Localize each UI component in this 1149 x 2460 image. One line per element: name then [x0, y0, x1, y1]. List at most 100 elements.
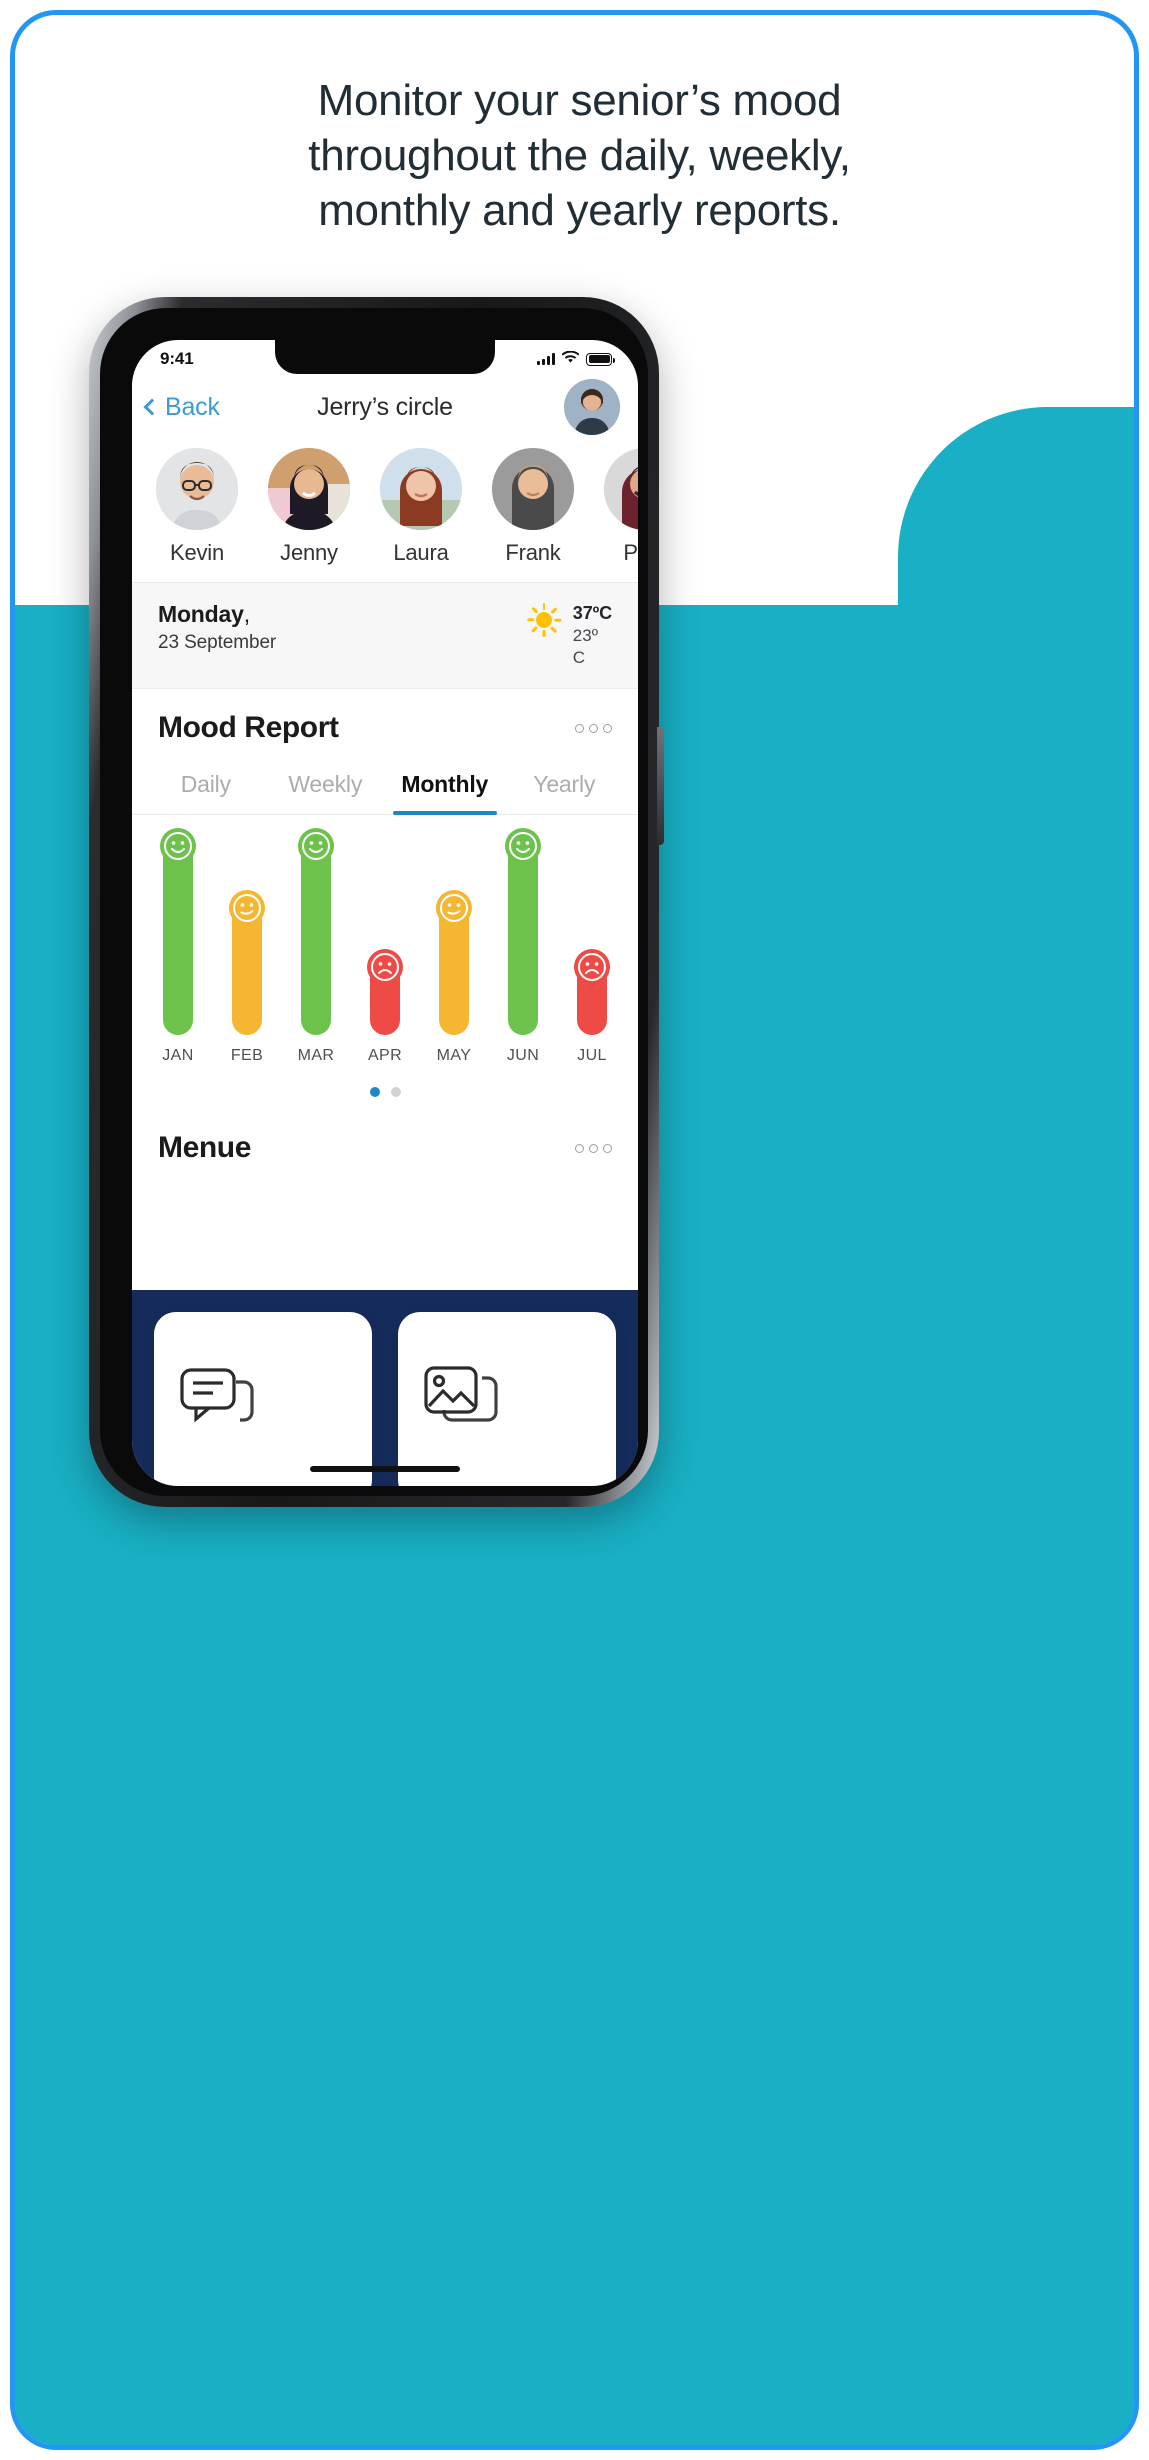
teal-accent-blob-right — [898, 407, 1134, 847]
wifi-icon — [561, 349, 580, 369]
chart-bar[interactable] — [229, 890, 265, 1035]
chart-bar-column[interactable]: JAN — [148, 828, 208, 1065]
home-indicator[interactable] — [310, 1466, 460, 1472]
day-comma: , — [243, 601, 250, 627]
chart-x-label: JAN — [162, 1047, 194, 1064]
chart-pagination[interactable] — [132, 1065, 638, 1097]
contact-avatar — [492, 448, 574, 530]
page-dot-active[interactable] — [369, 1087, 380, 1097]
chart-bar-column[interactable]: FEB — [217, 890, 277, 1065]
chat-message-icon — [180, 1366, 254, 1426]
app-screen: 9:41 Back Jerry’s circle Kevin Jenny Lau… — [132, 340, 638, 1486]
contact-name: Laura — [393, 540, 449, 565]
menue-title: Menue — [158, 1131, 252, 1164]
status-icons — [537, 349, 615, 369]
more-options-icon[interactable] — [575, 1143, 612, 1153]
chart-bar[interactable] — [367, 949, 403, 1035]
contact-avatar — [268, 448, 350, 530]
back-button[interactable]: Back — [143, 392, 220, 422]
contact-name: Frank — [505, 540, 561, 565]
contact-name: Paul — [623, 540, 638, 565]
weather-block: 37ºC 23º C — [527, 601, 612, 668]
contact-item[interactable]: Laura — [380, 448, 462, 566]
battery-full-icon — [586, 352, 615, 366]
status-time: 9:41 — [160, 349, 194, 368]
temp-low: 23º — [572, 626, 598, 645]
chat-card[interactable] — [154, 1312, 372, 1486]
smile-face-icon — [160, 828, 196, 864]
chart-bar[interactable] — [436, 890, 472, 1035]
contact-item[interactable]: Paul — [604, 448, 638, 566]
power-button[interactable] — [657, 727, 664, 845]
chart-x-label: JUL — [577, 1047, 607, 1064]
contact-avatar — [156, 448, 238, 530]
tab-weekly[interactable]: Weekly — [266, 757, 386, 814]
chart-bar[interactable] — [505, 828, 541, 1035]
contact-name: Kevin — [169, 540, 225, 565]
contact-avatar — [604, 448, 638, 530]
chart-x-label: JUN — [506, 1047, 540, 1064]
date-label: 23 September — [158, 632, 277, 653]
device-frame-border: Monitor your senior’s mood throughout th… — [10, 10, 1139, 2450]
contact-item[interactable]: Jenny — [268, 448, 350, 566]
mood-report-header: Mood Report — [132, 689, 638, 757]
date-weather-row: Monday, 23 September 37ºC 23º C — [132, 583, 638, 689]
contact-name: Jenny — [280, 540, 338, 565]
page-dot[interactable] — [390, 1087, 401, 1097]
contact-avatar — [380, 448, 462, 530]
chart-x-label: APR — [367, 1047, 403, 1064]
smile-face-icon — [298, 828, 334, 864]
contact-item[interactable]: Frank — [492, 448, 574, 566]
cellular-bars-icon — [537, 353, 555, 365]
page-title: Monitor your senior’s mood throughout th… — [15, 75, 1134, 240]
more-options-icon[interactable] — [575, 723, 612, 733]
tab-monthly[interactable]: Monthly — [385, 757, 505, 815]
chart-bar[interactable] — [160, 828, 196, 1035]
temperature-block: 37ºC 23º C — [573, 603, 612, 668]
headline-line-3: monthly and yearly reports. — [318, 185, 841, 235]
sun-icon — [527, 603, 562, 637]
tab-yearly[interactable]: Yearly — [505, 757, 625, 814]
promo-page: Monitor your senior’s mood throughout th… — [0, 0, 1149, 2460]
mood-report-title: Mood Report — [158, 711, 339, 744]
chart-bar-column[interactable]: JUL — [562, 949, 622, 1065]
mood-bar-chart: JAN FEB MAR APR MAY JUN JUL — [132, 815, 638, 1065]
date-block: Monday, 23 September — [158, 601, 276, 654]
phone-mockup: 9:41 Back Jerry’s circle Kevin Jenny Lau… — [89, 297, 664, 1507]
chevron-left-icon — [143, 398, 161, 416]
phone-bezel: 9:41 Back Jerry’s circle Kevin Jenny Lau… — [89, 297, 659, 1507]
chart-x-label: MAY — [436, 1047, 472, 1064]
menue-header: Menue — [132, 1097, 638, 1183]
temp-high: 37ºC — [572, 603, 612, 623]
phone-screen-frame: 9:41 Back Jerry’s circle Kevin Jenny Lau… — [100, 308, 648, 1496]
sad-face-icon — [574, 949, 610, 985]
sad-face-icon — [367, 949, 403, 985]
chart-bar[interactable] — [574, 949, 610, 1035]
photo-gallery-icon — [424, 1366, 498, 1426]
chart-bar-column[interactable]: MAR — [286, 828, 346, 1065]
bottom-panel — [132, 1290, 638, 1486]
avatar[interactable] — [564, 379, 620, 435]
gallery-card[interactable] — [398, 1312, 616, 1486]
contacts-strip[interactable]: Kevin Jenny Laura Frank P — [132, 438, 638, 583]
phone-notch — [275, 340, 495, 374]
contact-item[interactable]: Kevin — [156, 448, 238, 566]
day-label: Monday — [158, 601, 244, 627]
chart-x-label: MAR — [297, 1047, 335, 1064]
neutral-face-icon — [436, 890, 472, 926]
chart-bar-column[interactable]: JUN — [493, 828, 553, 1065]
smile-face-icon — [505, 828, 541, 864]
back-button-label: Back — [165, 392, 220, 421]
mood-report-tabs[interactable]: Daily Weekly Monthly Yearly — [132, 757, 638, 815]
temp-unit: C — [572, 648, 586, 667]
headline-line-2: throughout the daily, weekly, — [308, 130, 851, 180]
nav-bar: Back Jerry’s circle — [132, 376, 638, 438]
neutral-face-icon — [229, 890, 265, 926]
headline-line-1: Monitor your senior’s mood — [317, 76, 842, 125]
tab-daily[interactable]: Daily — [146, 757, 266, 814]
chart-bar[interactable] — [298, 828, 334, 1035]
day-name: Monday, — [158, 601, 276, 628]
chart-bar-column[interactable]: MAY — [424, 890, 484, 1065]
chart-bar-column[interactable]: APR — [355, 949, 415, 1065]
chart-x-label: FEB — [230, 1047, 264, 1064]
